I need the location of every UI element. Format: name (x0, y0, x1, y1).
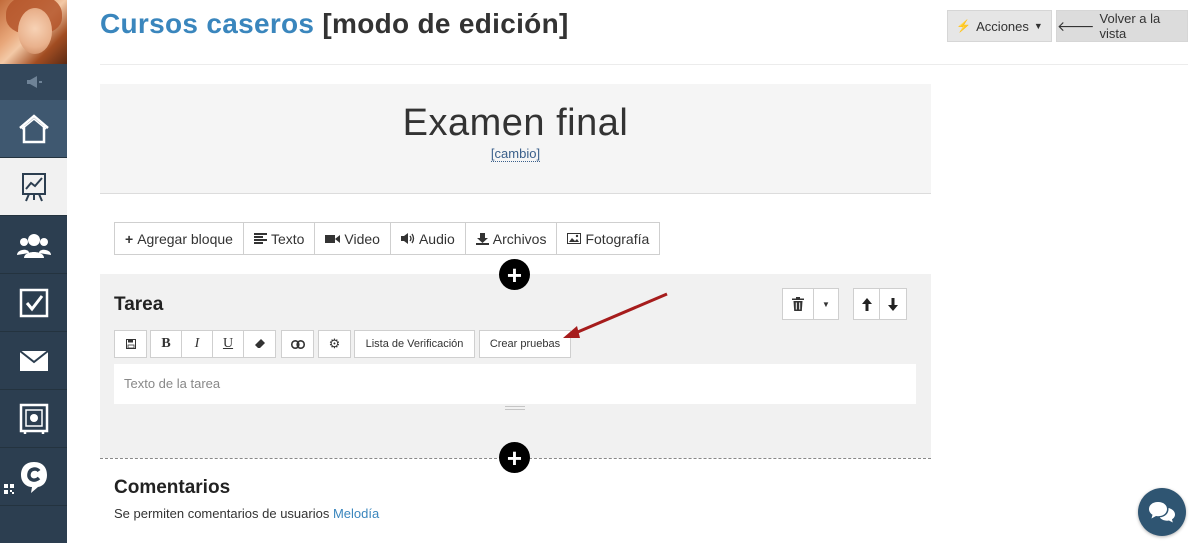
course-title[interactable]: Cursos caseros (100, 8, 314, 39)
text-label: Texto (270, 230, 305, 247)
header-divider (100, 64, 1188, 65)
align-left-icon (253, 233, 267, 244)
sidebar-item-users[interactable] (0, 216, 67, 274)
add-files-button[interactable]: Archivos (466, 223, 558, 254)
back-label: Volver a la vista (1099, 11, 1161, 41)
resize-handle[interactable] (505, 406, 525, 410)
page-title: Cursos caseros [modo de edición] (100, 8, 569, 40)
sidebar-item-home[interactable] (0, 100, 67, 158)
comments-description: Se permiten comentarios de usuarios (114, 506, 330, 521)
annotation-arrow (563, 292, 668, 338)
task-block: Tarea ▼ B I U ⚙ Lista de Verificación Cr… (100, 274, 931, 458)
task-title: Tarea (114, 294, 164, 315)
c-logo-icon (20, 461, 47, 493)
megaphone-icon[interactable] (0, 64, 67, 100)
sidebar-item-mail[interactable] (0, 332, 67, 390)
comments-user-link[interactable]: Melodía (333, 506, 379, 521)
link-icon[interactable] (282, 331, 313, 357)
editor-save-group (114, 330, 147, 358)
sidebar-item-tasks[interactable] (0, 274, 67, 332)
save-icon[interactable] (115, 331, 146, 357)
task-text-input[interactable]: Texto de la tarea (114, 364, 916, 404)
comments-title: Comentarios (114, 477, 231, 498)
bolt-icon: ⚡ (956, 19, 972, 33)
video-camera-icon (325, 234, 341, 243)
add-block-above-button[interactable]: + (499, 259, 530, 290)
volume-icon (400, 233, 415, 244)
block-options-caret[interactable]: ▼ (814, 289, 838, 319)
add-block-label: Agregar bloque (137, 230, 233, 247)
back-to-view-button[interactable]: 🡐 Volver a la vista (1056, 10, 1188, 42)
lesson-title-box: Examen final [cambio] (100, 84, 931, 194)
move-block-group (853, 288, 907, 320)
photo-label: Fotografía (585, 230, 650, 247)
qr-icon[interactable] (4, 484, 14, 494)
files-label: Archivos (492, 230, 547, 247)
editor-settings-group: ⚙ (318, 330, 351, 358)
sidebar (0, 0, 67, 543)
checklist-button[interactable]: Lista de Verificación (354, 330, 475, 358)
edit-mode-label: [modo de edición] (322, 8, 569, 39)
sidebar-item-chat-logo[interactable] (0, 448, 67, 506)
caret-down-icon: ▼ (1033, 21, 1043, 31)
audio-label: Audio (418, 230, 455, 247)
add-block-button[interactable]: + Agregar bloque (115, 223, 244, 254)
add-text-button[interactable]: Texto (244, 223, 316, 254)
chat-support-button[interactable] (1138, 488, 1186, 536)
arrow-left-icon: 🡐 (1057, 17, 1095, 34)
block-toolbar: + Agregar bloque Texto Video Audio Archi… (114, 222, 661, 255)
gear-icon[interactable]: ⚙ (319, 331, 350, 357)
picture-icon (567, 233, 582, 244)
video-label: Video (344, 230, 380, 247)
add-photo-button[interactable]: Fotografía (557, 223, 659, 254)
mail-icon (18, 349, 49, 371)
users-icon (16, 233, 51, 258)
underline-icon[interactable]: U (213, 331, 244, 357)
sidebar-item-safe[interactable] (0, 390, 67, 448)
arrow-down-icon[interactable] (880, 289, 906, 319)
bold-icon[interactable]: B (151, 331, 182, 357)
plus-icon: + (125, 230, 134, 247)
comments-text: Se permiten comentarios de usuarios Melo… (114, 506, 379, 521)
eraser-icon[interactable] (244, 331, 275, 357)
arrow-up-icon[interactable] (854, 289, 880, 319)
chat-icon (1149, 502, 1175, 523)
caret-down-icon: ▼ (822, 299, 830, 309)
delete-block-group: ▼ (782, 288, 839, 320)
download-icon (475, 232, 489, 245)
add-block-below-button[interactable]: + (499, 442, 530, 473)
home-icon (18, 113, 49, 143)
editor-format-group: B I U (150, 330, 276, 358)
lesson-title: Examen final (402, 102, 629, 144)
change-title-link[interactable]: [cambio] (490, 146, 541, 162)
actions-label: Acciones (976, 18, 1029, 34)
sidebar-item-chart[interactable] (0, 158, 67, 216)
actions-dropdown-button[interactable]: ⚡ Acciones ▼ (947, 10, 1052, 42)
avatar-face (18, 8, 52, 54)
chart-icon (21, 172, 46, 201)
trash-icon[interactable] (783, 289, 814, 319)
checkbox-icon (19, 288, 48, 317)
safe-icon (19, 403, 48, 434)
add-video-button[interactable]: Video (315, 223, 391, 254)
editor-link-group (281, 330, 314, 358)
add-audio-button[interactable]: Audio (391, 223, 466, 254)
avatar[interactable] (0, 0, 67, 64)
italic-icon[interactable]: I (182, 331, 213, 357)
